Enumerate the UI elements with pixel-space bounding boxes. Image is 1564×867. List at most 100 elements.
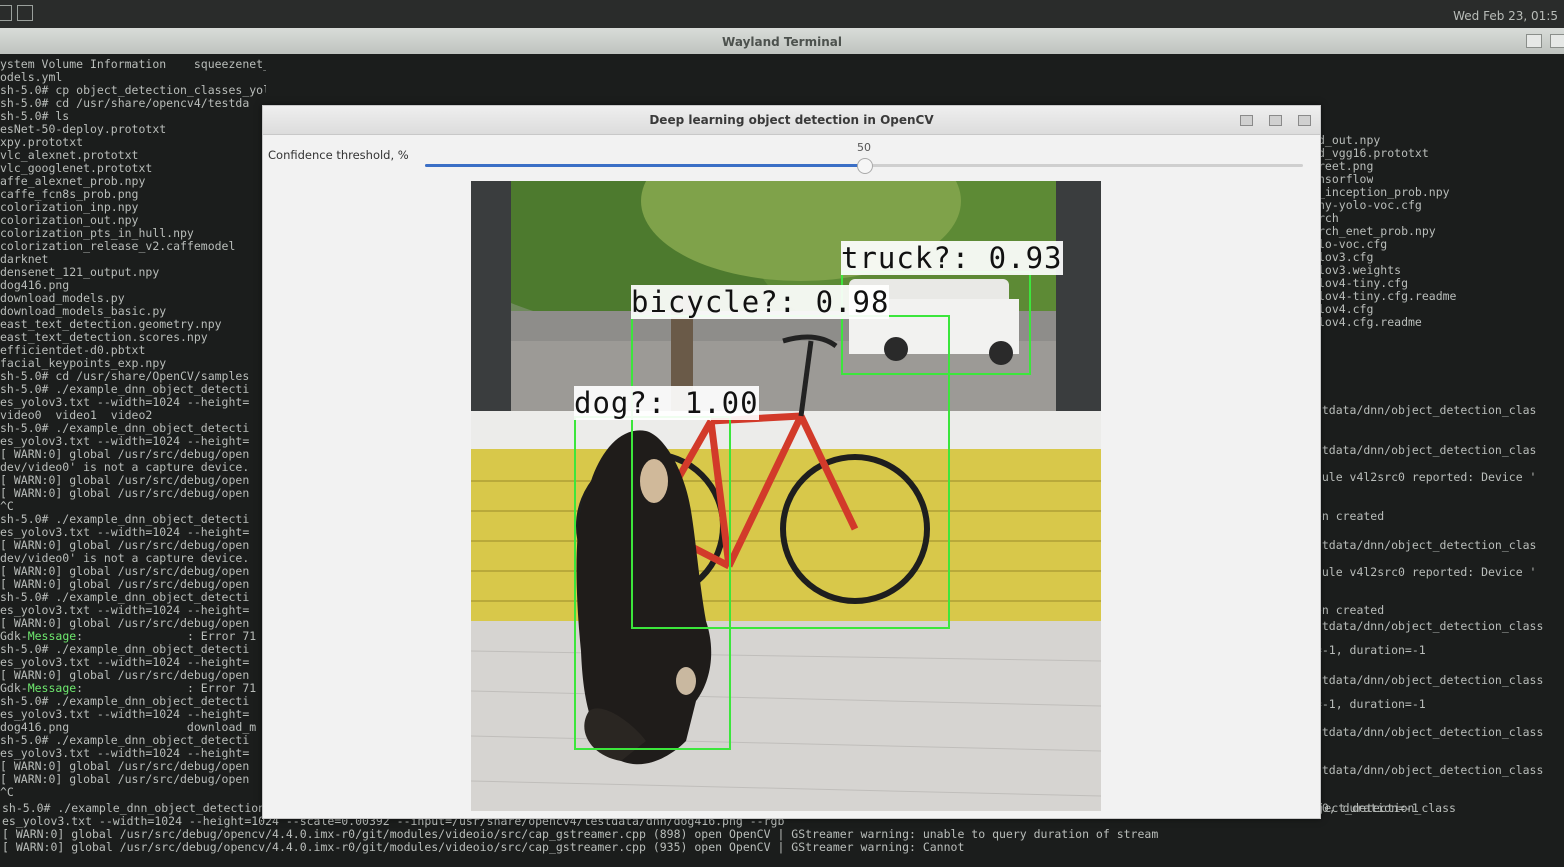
terminal-line: _inception_prob.npy <box>1318 186 1450 199</box>
terminal-line: efficientdet-d0.pbtxt <box>0 344 146 357</box>
terminal-line: ^C <box>0 786 14 799</box>
terminal-line: [ WARN:0] global /usr/src/debug/open <box>0 565 250 578</box>
terminal-line: colorization_pts_in_hull.npy <box>0 227 194 240</box>
terminal-line: odels.yml <box>0 71 63 84</box>
terminal-line: [ WARN:0] global /usr/src/debug/open <box>0 617 250 630</box>
terminal-line: affe_alexnet_prob.npy <box>0 175 146 188</box>
threshold-slider-fill <box>425 164 864 167</box>
terminal-line: xpy.prototxt <box>0 136 84 149</box>
terminal-line: estdata/dnn/object_detection_clas <box>1308 444 1537 457</box>
terminal-line: Gdk-Message: : Error 71 <box>0 682 257 695</box>
terminal-line: colorization_inp.npy <box>0 201 139 214</box>
terminal-line: estdata/dnn/object_detection_clas <box>1308 404 1537 417</box>
terminal-line: d_out.npy <box>1318 134 1381 147</box>
opencv-titlebar[interactable]: Deep learning object detection in OpenCV <box>263 106 1320 135</box>
detection-label-bicycle: bicycle?: 0.98 <box>631 285 890 319</box>
detection-label-truck: truck?: 0.93 <box>841 241 1063 275</box>
terminal-line: dev/video0' is not a capture device. <box>0 461 250 474</box>
terminal-line: odule v4l2src0 reported: Device ' <box>1308 471 1537 484</box>
terminal-line: ystem Volume Information squeezenet_v1.1… <box>0 58 266 71</box>
terminal-line: estdata/dnn/object_detection_class <box>1308 674 1544 687</box>
terminal-titlebar[interactable]: Wayland Terminal <box>0 28 1564 54</box>
terminal-line: estdata/dnn/object_detection_class <box>1308 726 1544 739</box>
terminal-line: lo-voc.cfg <box>1318 238 1388 251</box>
terminal-line: es_yolov3.txt --width=1024 --height= <box>0 526 250 539</box>
terminal-line: e=-1, duration=-1 <box>1308 644 1426 657</box>
threshold-label: Confidence threshold, % <box>268 148 409 162</box>
terminal-line: [ WARN:0] global /usr/src/debug/open <box>0 578 250 591</box>
terminal-title: Wayland Terminal <box>722 35 842 49</box>
threshold-value: 50 <box>857 141 871 154</box>
terminal-line: [ WARN:0] global /usr/src/debug/open <box>0 760 250 773</box>
terminal-line: sh-5.0# ls <box>0 110 70 123</box>
terminal-line: [ WARN:0] global /usr/src/debug/opencv/4… <box>2 828 1159 841</box>
opencv-window[interactable]: Deep learning object detection in OpenCV… <box>262 105 1321 819</box>
detection-label-dog: dog?: 1.00 <box>574 386 759 420</box>
terminal-line: east_text_detection.scores.npy <box>0 331 208 344</box>
terminal-line: estdata/dnn/object_detection_clas <box>1308 539 1537 552</box>
terminal-line: nsorflow <box>1318 173 1374 186</box>
terminal-right-text: d_out.npy d_vgg16.prototxt reet.png nsorflo… <box>1300 134 1564 864</box>
terminal-line: dev/video0' is not a capture device. <box>0 552 250 565</box>
terminal-line: sh-5.0# ./example_dnn_object_detecti <box>0 695 250 708</box>
maximize-button[interactable] <box>1550 34 1564 48</box>
terminal-line: dog416.png download_m <box>0 721 257 734</box>
terminal-line: dog416.png <box>0 279 70 292</box>
terminal-line: lov3.cfg <box>1318 251 1374 264</box>
terminal-line: esNet-50-deploy.prototxt <box>0 123 167 136</box>
terminal-line: [ WARN:0] global /usr/src/debug/opencv/4… <box>2 841 965 854</box>
terminal-line: facial_keypoints_exp.npy <box>0 357 167 370</box>
cv-maximize-icon[interactable] <box>1269 115 1282 126</box>
terminal-line: caffe_fcn8s_prob.png <box>0 188 139 201</box>
terminal-line: vlc_alexnet.prototxt <box>0 149 139 162</box>
terminal-line: sh-5.0# ./example_dnn_object_detecti <box>0 383 250 396</box>
terminal-line: lov4-tiny.cfg.readme <box>1318 290 1457 303</box>
cv-minimize-icon[interactable] <box>1240 115 1253 126</box>
terminal-line: rch_enet_prob.npy <box>1318 225 1436 238</box>
terminal-line: sh-5.0# ./example_dnn_object_detecti <box>0 643 250 656</box>
terminal-launcher-icon[interactable] <box>17 5 33 21</box>
terminal-line: estdata/dnn/object_detection_class <box>1308 764 1544 777</box>
terminal-line: lov4-tiny.cfg <box>1318 277 1409 290</box>
terminal-line: estdata/dnn/object_detection_class <box>1308 620 1544 633</box>
minimize-button[interactable] <box>1526 34 1542 48</box>
terminal-line: es_yolov3.txt --width=1024 --height= <box>0 656 250 669</box>
terminal-line: [ WARN:0] global /usr/src/debug/open <box>0 474 250 487</box>
terminal-line: sh-5.0# ./example_dnn_object_detecti <box>0 591 250 604</box>
terminal-line: es_yolov3.txt --width=1024 --height= <box>0 396 250 409</box>
terminal-line: es_yolov3.txt --width=1024 --height= <box>0 435 250 448</box>
threshold-slider-handle[interactable] <box>857 158 873 174</box>
terminal-line: [ WARN:0] global /usr/src/debug/open <box>0 773 250 786</box>
cv-close-icon[interactable] <box>1298 115 1311 126</box>
terminal-line: [ WARN:0] global /usr/src/debug/open <box>0 539 250 552</box>
terminal-line: sh-5.0# cd /usr/share/opencv4/testda <box>0 97 250 110</box>
terminal-line: [ WARN:0] global /usr/src/debug/open <box>0 487 250 500</box>
terminal-left-text: ystem Volume Information squeezenet_v1.1… <box>0 58 266 808</box>
terminal-line: colorization_release_v2.caffemodel <box>0 240 236 253</box>
system-top-bar: Wed Feb 23, 01:5 <box>0 0 1564 29</box>
threshold-slider[interactable] <box>425 158 1303 174</box>
terminal-line: darknet <box>0 253 49 266</box>
terminal-line: download_models_basic.py <box>0 305 167 318</box>
terminal-line: east_text_detection.geometry.npy <box>0 318 222 331</box>
terminal-line: [ WARN:0] global /usr/src/debug/open <box>0 669 250 682</box>
clock: Wed Feb 23, 01:5 <box>1453 9 1558 23</box>
terminal-line: es_yolov3.txt --width=1024 --height= <box>0 604 250 617</box>
terminal-line: ^C <box>0 500 14 513</box>
terminal-line: e=-1, duration=-1 <box>1308 698 1426 711</box>
terminal-line: sh-5.0# ./example_dnn_object_detecti <box>0 734 250 747</box>
terminal-line: lov4.cfg <box>1318 303 1374 316</box>
terminal-line: densenet_121_output.npy <box>0 266 160 279</box>
terminal-line: colorization_out.npy <box>0 214 139 227</box>
detection-box-dog <box>574 416 731 750</box>
detection-image: truck?: 0.93 bicycle?: 0.98 dog?: 1.00 <box>471 181 1101 811</box>
terminal-line: rch <box>1318 212 1339 225</box>
terminal-line: sh-5.0# ./example_dnn_object_detecti <box>0 422 250 435</box>
opencv-window-title: Deep learning object detection in OpenCV <box>649 113 934 127</box>
terminal-line: video0 video1 video2 <box>0 409 153 422</box>
terminal-line: ny-yolo-voc.cfg <box>1318 199 1422 212</box>
terminal-line: sh-5.0# cd /usr/share/OpenCV/samples <box>0 370 250 383</box>
terminal-line: odule v4l2src0 reported: Device ' <box>1308 566 1537 579</box>
terminal-line: vlc_googlenet.prototxt <box>0 162 153 175</box>
app-menu-icon[interactable] <box>0 5 12 21</box>
